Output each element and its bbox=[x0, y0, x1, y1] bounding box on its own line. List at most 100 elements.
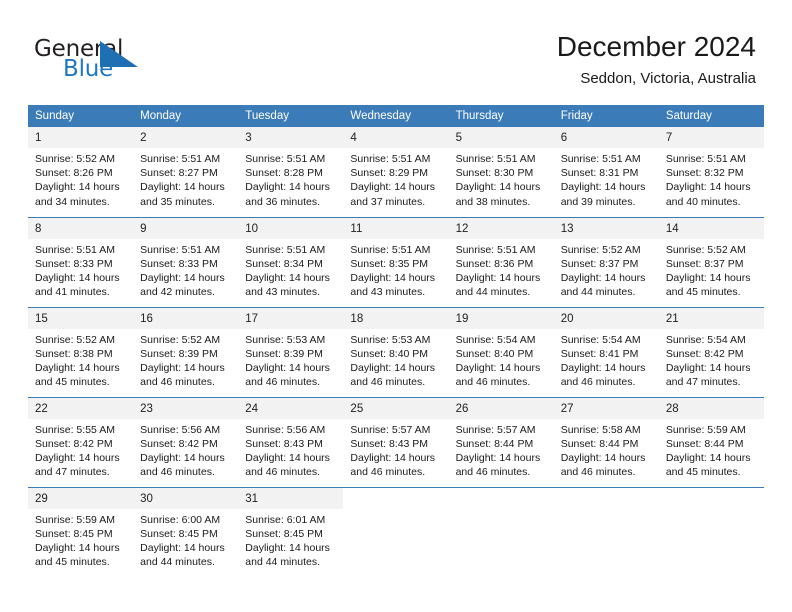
day-details: Sunrise: 5:59 AM Sunset: 8:45 PM Dayligh… bbox=[28, 509, 133, 570]
sunset-text: Sunset: 8:28 PM bbox=[245, 167, 323, 180]
day-details: Sunrise: 5:54 AM Sunset: 8:40 PM Dayligh… bbox=[449, 329, 554, 390]
daylight-text-line1: Daylight: 14 hours bbox=[350, 451, 436, 464]
sunset-text: Sunset: 8:43 PM bbox=[350, 437, 429, 450]
day-number: 15 bbox=[28, 307, 134, 329]
sunset-text: Sunset: 8:44 PM bbox=[560, 437, 639, 450]
sunrise-text: Sunrise: 5:51 AM bbox=[245, 153, 326, 165]
daylight-text-line2: and 44 minutes. bbox=[245, 556, 320, 569]
day-number: 29 bbox=[28, 487, 134, 509]
day-number: 11 bbox=[343, 217, 449, 239]
day-number: 4 bbox=[343, 127, 449, 148]
calendar-week-row: 1 Sunrise: 5:52 AM Sunset: 8:26 PM Dayli… bbox=[28, 127, 764, 217]
day-cell[interactable]: 5 Sunrise: 5:51 AM Sunset: 8:30 PM Dayli… bbox=[448, 127, 554, 217]
sunrise-text: Sunrise: 5:51 AM bbox=[560, 153, 641, 165]
daylight-text-line2: and 46 minutes. bbox=[350, 376, 426, 389]
day-cell[interactable]: 22 Sunrise: 5:55 AM Sunset: 8:42 PM Dayl… bbox=[28, 396, 134, 487]
daylight-text-line2: and 45 minutes. bbox=[665, 286, 741, 299]
day-cell[interactable]: 16 Sunrise: 5:52 AM Sunset: 8:39 PM Dayl… bbox=[133, 306, 239, 397]
day-cell[interactable]: 25 Sunrise: 5:57 AM Sunset: 8:43 PM Dayl… bbox=[343, 396, 449, 487]
day-details: Sunrise: 5:58 AM Sunset: 8:44 PM Dayligh… bbox=[554, 419, 659, 480]
day-number bbox=[448, 487, 554, 509]
day-cell-empty bbox=[658, 486, 764, 577]
day-cell[interactable]: 17 Sunrise: 5:53 AM Sunset: 8:39 PM Dayl… bbox=[238, 306, 344, 397]
day-details: Sunrise: 5:52 AM Sunset: 8:26 PM Dayligh… bbox=[28, 148, 133, 209]
daylight-text-line1: Daylight: 14 hours bbox=[560, 181, 646, 194]
day-cell[interactable]: 14 Sunrise: 5:52 AM Sunset: 8:37 PM Dayl… bbox=[658, 216, 764, 307]
sunrise-text: Sunrise: 5:51 AM bbox=[140, 153, 221, 165]
sunrise-text: Sunrise: 5:52 AM bbox=[140, 333, 221, 346]
day-cell[interactable]: 1 Sunrise: 5:52 AM Sunset: 8:26 PM Dayli… bbox=[28, 127, 134, 217]
day-cell[interactable]: 27 Sunrise: 5:58 AM Sunset: 8:44 PM Dayl… bbox=[553, 396, 659, 487]
daylight-text-line2: and 40 minutes. bbox=[665, 195, 741, 208]
daylight-text-line1: Daylight: 14 hours bbox=[35, 541, 120, 554]
daylight-text-line1: Daylight: 14 hours bbox=[245, 361, 330, 374]
day-cell[interactable]: 12 Sunrise: 5:51 AM Sunset: 8:36 PM Dayl… bbox=[448, 216, 554, 307]
daylight-text-line1: Daylight: 14 hours bbox=[140, 271, 225, 284]
day-details: Sunrise: 5:56 AM Sunset: 8:43 PM Dayligh… bbox=[238, 419, 343, 480]
day-cell[interactable]: 11 Sunrise: 5:51 AM Sunset: 8:35 PM Dayl… bbox=[343, 216, 449, 307]
sunrise-text: Sunrise: 6:01 AM bbox=[245, 513, 326, 526]
day-cell[interactable]: 24 Sunrise: 5:56 AM Sunset: 8:43 PM Dayl… bbox=[238, 396, 344, 487]
day-number: 9 bbox=[133, 217, 239, 239]
sunrise-text: Sunrise: 5:56 AM bbox=[245, 423, 326, 436]
daylight-text-line2: and 39 minutes. bbox=[560, 195, 636, 208]
sunset-text: Sunset: 8:45 PM bbox=[245, 527, 323, 540]
sunrise-text: Sunrise: 5:51 AM bbox=[350, 243, 431, 256]
day-cell[interactable]: 6 Sunrise: 5:51 AM Sunset: 8:31 PM Dayli… bbox=[553, 127, 659, 217]
sunrise-text: Sunrise: 5:52 AM bbox=[560, 243, 641, 256]
day-details: Sunrise: 5:53 AM Sunset: 8:40 PM Dayligh… bbox=[343, 329, 448, 390]
day-cell[interactable]: 31 Sunrise: 6:01 AM Sunset: 8:45 PM Dayl… bbox=[238, 486, 344, 577]
day-cell[interactable]: 19 Sunrise: 5:54 AM Sunset: 8:40 PM Dayl… bbox=[448, 306, 554, 397]
day-cell[interactable]: 4 Sunrise: 5:51 AM Sunset: 8:29 PM Dayli… bbox=[343, 127, 449, 217]
day-cell[interactable]: 28 Sunrise: 5:59 AM Sunset: 8:44 PM Dayl… bbox=[658, 396, 764, 487]
day-details: Sunrise: 5:54 AM Sunset: 8:42 PM Dayligh… bbox=[659, 329, 764, 390]
title-block: December 2024 Seddon, Victoria, Australi… bbox=[557, 30, 756, 89]
calendar-week-row: 8 Sunrise: 5:51 AM Sunset: 8:33 PM Dayli… bbox=[28, 216, 764, 307]
sunrise-text: Sunrise: 5:51 AM bbox=[35, 243, 115, 256]
calendar-week-row: 15 Sunrise: 5:52 AM Sunset: 8:38 PM Dayl… bbox=[28, 306, 764, 397]
day-cell[interactable]: 30 Sunrise: 6:00 AM Sunset: 8:45 PM Dayl… bbox=[133, 486, 239, 577]
sunrise-text: Sunrise: 5:51 AM bbox=[350, 153, 431, 165]
day-details: Sunrise: 5:51 AM Sunset: 8:27 PM Dayligh… bbox=[133, 148, 238, 209]
day-cell[interactable]: 29 Sunrise: 5:59 AM Sunset: 8:45 PM Dayl… bbox=[28, 486, 134, 577]
daylight-text-line1: Daylight: 14 hours bbox=[665, 361, 751, 374]
sunrise-text: Sunrise: 5:54 AM bbox=[455, 333, 536, 346]
sunset-text: Sunset: 8:38 PM bbox=[35, 347, 113, 360]
day-cell[interactable]: 9 Sunrise: 5:51 AM Sunset: 8:33 PM Dayli… bbox=[133, 216, 239, 307]
sunset-text: Sunset: 8:29 PM bbox=[350, 167, 429, 180]
sunrise-text: Sunrise: 5:51 AM bbox=[455, 243, 536, 256]
day-number: 13 bbox=[553, 217, 659, 239]
day-cell[interactable]: 3 Sunrise: 5:51 AM Sunset: 8:28 PM Dayli… bbox=[238, 127, 344, 217]
day-cell[interactable]: 15 Sunrise: 5:52 AM Sunset: 8:38 PM Dayl… bbox=[28, 306, 134, 397]
day-details: Sunrise: 5:52 AM Sunset: 8:37 PM Dayligh… bbox=[554, 239, 659, 300]
day-details: Sunrise: 5:56 AM Sunset: 8:42 PM Dayligh… bbox=[133, 419, 238, 480]
daylight-text-line2: and 45 minutes. bbox=[665, 466, 741, 479]
sunrise-text: Sunrise: 5:56 AM bbox=[140, 423, 221, 436]
day-cell[interactable]: 21 Sunrise: 5:54 AM Sunset: 8:42 PM Dayl… bbox=[658, 306, 764, 397]
day-details: Sunrise: 5:51 AM Sunset: 8:33 PM Dayligh… bbox=[28, 239, 133, 300]
daylight-text-line1: Daylight: 14 hours bbox=[35, 181, 120, 194]
day-number bbox=[553, 487, 659, 509]
day-cell[interactable]: 13 Sunrise: 5:52 AM Sunset: 8:37 PM Dayl… bbox=[553, 216, 659, 307]
day-number: 17 bbox=[238, 307, 344, 329]
day-cell[interactable]: 26 Sunrise: 5:57 AM Sunset: 8:44 PM Dayl… bbox=[448, 396, 554, 487]
day-cell[interactable]: 20 Sunrise: 5:54 AM Sunset: 8:41 PM Dayl… bbox=[553, 306, 659, 397]
day-cell[interactable]: 10 Sunrise: 5:51 AM Sunset: 8:34 PM Dayl… bbox=[238, 216, 344, 307]
day-cell[interactable]: 18 Sunrise: 5:53 AM Sunset: 8:40 PM Dayl… bbox=[343, 306, 449, 397]
day-number: 18 bbox=[343, 307, 449, 329]
sunrise-text: Sunrise: 5:58 AM bbox=[560, 423, 641, 436]
day-cell[interactable]: 8 Sunrise: 5:51 AM Sunset: 8:33 PM Dayli… bbox=[28, 216, 134, 307]
day-cell[interactable]: 7 Sunrise: 5:51 AM Sunset: 8:32 PM Dayli… bbox=[658, 127, 764, 217]
day-cell[interactable]: 2 Sunrise: 5:51 AM Sunset: 8:27 PM Dayli… bbox=[133, 127, 239, 217]
daylight-text-line1: Daylight: 14 hours bbox=[455, 181, 541, 194]
sunset-text: Sunset: 8:36 PM bbox=[455, 257, 534, 270]
weekday-header-friday: Friday bbox=[553, 105, 659, 127]
daylight-text-line2: and 46 minutes. bbox=[560, 376, 636, 389]
day-number: 25 bbox=[343, 397, 449, 419]
daylight-text-line1: Daylight: 14 hours bbox=[350, 181, 436, 194]
daylight-text-line2: and 42 minutes. bbox=[140, 286, 215, 299]
daylight-text-line1: Daylight: 14 hours bbox=[455, 451, 541, 464]
day-cell[interactable]: 23 Sunrise: 5:56 AM Sunset: 8:42 PM Dayl… bbox=[133, 396, 239, 487]
daylight-text-line1: Daylight: 14 hours bbox=[140, 361, 225, 374]
daylight-text-line1: Daylight: 14 hours bbox=[665, 271, 751, 284]
